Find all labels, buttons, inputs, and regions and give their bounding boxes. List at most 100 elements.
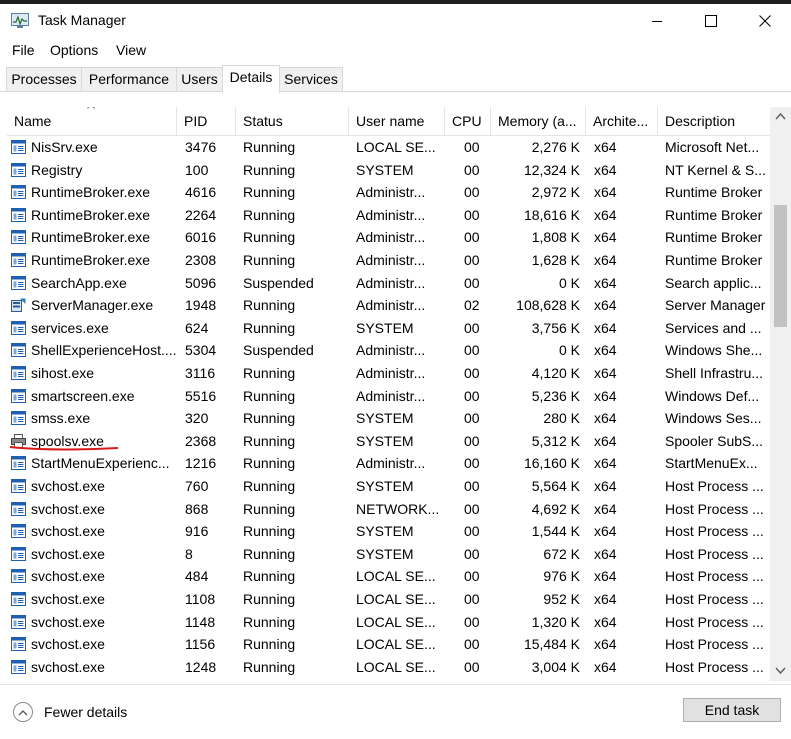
tab-processes[interactable]: Processes <box>6 67 82 92</box>
table-row[interactable]: services.exe 624 Running SYSTEM 00 3,756 K x64… <box>7 317 767 340</box>
tab-services[interactable]: Services <box>279 67 343 92</box>
cell-architecture: x64 <box>594 365 617 381</box>
cell-name: svchost.exe <box>31 658 105 675</box>
column-header-user-name[interactable]: User name <box>349 107 445 135</box>
table-row[interactable]: smartscreen.exe 5516 Running Administr... 00… <box>7 385 767 408</box>
vertical-scrollbar[interactable] <box>770 107 791 681</box>
cell-memory: 3,756 K <box>531 319 580 336</box>
cell-pid: 868 <box>185 500 209 517</box>
cell-architecture: x64 <box>594 591 617 607</box>
table-row[interactable]: RuntimeBroker.exe 2308 Running Administr...… <box>7 249 767 272</box>
fewer-details-link[interactable]: Fewer details <box>13 700 127 724</box>
tab-details[interactable]: Details <box>222 65 280 93</box>
cell-architecture: x64 <box>594 139 617 155</box>
table-row[interactable]: sihost.exe 3116 Running Administr... 00 4,120… <box>7 362 767 385</box>
end-task-button[interactable]: End task <box>683 698 781 722</box>
table-row[interactable]: svchost.exe 8 Running SYSTEM 00 672 K x64 Host … <box>7 543 767 566</box>
column-header-description[interactable]: Description <box>658 107 770 135</box>
table-row[interactable]: SearchApp.exe 5096 Suspended Administr... 00… <box>7 272 767 295</box>
table-row[interactable]: svchost.exe 916 Running SYSTEM 00 1,544 K x64 H… <box>7 520 767 543</box>
cell-memory: 5,236 K <box>531 387 580 404</box>
cell-user-name: LOCAL SE... <box>356 591 436 607</box>
cell-user-name: SYSTEM <box>356 432 414 449</box>
column-header-memory[interactable]: Memory (a... <box>491 107 586 135</box>
window-app-icon <box>11 592 26 606</box>
cell-pid: 2368 <box>185 432 217 449</box>
table-row[interactable]: spoolsv.exe 2368 Running SYSTEM 00 5,312 Kx64… <box>7 430 767 453</box>
table-row[interactable]: ShellExperienceHost.... 5304 Suspended Admi… <box>7 339 767 362</box>
scrollbar-thumb[interactable] <box>774 205 787 327</box>
column-header-architecture[interactable]: Archite... <box>586 107 658 135</box>
table-row[interactable]: RuntimeBroker.exe 6016 Running Administr...… <box>7 226 767 249</box>
menu-options[interactable]: Options <box>50 42 98 58</box>
cell-name: SearchApp.exe <box>31 274 127 291</box>
cell-cpu: 00 <box>464 252 480 268</box>
cell-description: Windows She... <box>665 342 763 359</box>
window-app-icon <box>11 253 26 267</box>
table-row[interactable]: svchost.exe 760 Running SYSTEM 00 5,564 K x64 H… <box>7 475 767 498</box>
cell-memory: 1,544 K <box>531 523 580 540</box>
table-row[interactable]: svchost.exe 1148 Running LOCAL SE... 00 1,320… <box>7 611 767 634</box>
scroll-up-icon[interactable] <box>775 112 786 120</box>
table-row[interactable]: StartMenuExperienc... 1216 Running Administ… <box>7 452 767 475</box>
cell-cpu: 00 <box>464 658 480 675</box>
cell-cpu: 00 <box>464 161 480 178</box>
cell-memory: 672 K <box>543 545 580 562</box>
table-row[interactable]: smss.exe 320 Running SYSTEM 00 280 K x64 Window… <box>7 407 767 430</box>
cell-description: Runtime Broker <box>665 252 763 268</box>
cell-user-name: Administr... <box>356 342 426 359</box>
table-row[interactable]: RuntimeBroker.exe 4616 Running Administr...… <box>7 181 767 204</box>
menu-bar: File Options View <box>0 38 791 62</box>
window-app-icon <box>11 411 26 426</box>
tab-performance[interactable]: Performance <box>81 67 177 92</box>
cell-status: Running <box>243 365 296 381</box>
cell-description: Host Process ... <box>665 613 764 630</box>
maximize-button[interactable] <box>688 4 734 38</box>
menu-file[interactable]: File <box>12 42 35 58</box>
minimize-button[interactable] <box>634 4 680 38</box>
cell-architecture: x64 <box>594 342 617 359</box>
table-row[interactable]: ServerManager.exe 1948 Running Administr...… <box>7 294 767 317</box>
cell-pid: 1948 <box>185 297 217 314</box>
cell-cpu: 00 <box>464 568 480 585</box>
menu-view[interactable]: View <box>116 42 146 58</box>
cell-cpu: 00 <box>464 500 480 517</box>
cell-memory: 5,312 K <box>531 432 580 449</box>
cell-status: Running <box>243 455 296 472</box>
table-row[interactable]: svchost.exe 484 Running LOCAL SE... 00 976 K x… <box>7 565 767 588</box>
table-row[interactable]: svchost.exe 1108 Running LOCAL SE... 00 952 K… <box>7 588 767 611</box>
table-row[interactable]: svchost.exe 868 Running NETWORK... 00 4,692 K… <box>7 498 767 521</box>
window-app-icon <box>11 320 26 335</box>
cell-pid: 916 <box>185 523 209 540</box>
table-row[interactable]: Registry 100 Running SYSTEM 00 12,324 K x64 NT … <box>7 159 767 182</box>
scroll-down-icon[interactable] <box>775 667 786 675</box>
table-row[interactable]: svchost.exe 1156 Running LOCAL SE... 00 15,48… <box>7 633 767 656</box>
cell-cpu: 00 <box>464 410 480 427</box>
cell-memory: 280 K <box>543 410 580 427</box>
tab-users[interactable]: Users <box>176 67 223 92</box>
column-header-status[interactable]: Status <box>236 107 349 135</box>
cell-name: svchost.exe <box>31 500 105 517</box>
column-header-name[interactable]: Name <box>7 107 177 135</box>
cell-cpu: 00 <box>464 591 480 607</box>
details-grid[interactable]: Name PID Status User name CPU Memory (a.… <box>7 107 791 681</box>
cell-user-name: SYSTEM <box>356 161 414 178</box>
cell-name: svchost.exe <box>31 523 105 540</box>
cell-status: Running <box>243 319 296 336</box>
cell-architecture: x64 <box>594 410 617 427</box>
table-row[interactable]: NisSrv.exe 3476 Running LOCAL SE... 00 2,276 … <box>7 136 767 159</box>
column-header-cpu[interactable]: CPU <box>445 107 491 135</box>
cell-name: svchost.exe <box>31 636 105 653</box>
close-button[interactable] <box>742 4 788 38</box>
window-app-icon <box>11 456 26 471</box>
cell-cpu: 00 <box>464 478 480 494</box>
cell-memory: 3,004 K <box>531 658 580 675</box>
cell-pid: 1248 <box>185 658 217 675</box>
cell-architecture: x64 <box>594 523 617 540</box>
table-row[interactable]: svchost.exe 1248 Running LOCAL SE... 00 3,004… <box>7 656 767 679</box>
column-header-pid[interactable]: PID <box>177 107 236 135</box>
tab-bar: Processes Performance Users Details Serv… <box>0 65 791 93</box>
table-row[interactable]: RuntimeBroker.exe 2264 Running Administr...… <box>7 204 767 227</box>
cell-cpu: 00 <box>464 139 480 155</box>
title-bar[interactable]: Task Manager <box>0 4 791 38</box>
